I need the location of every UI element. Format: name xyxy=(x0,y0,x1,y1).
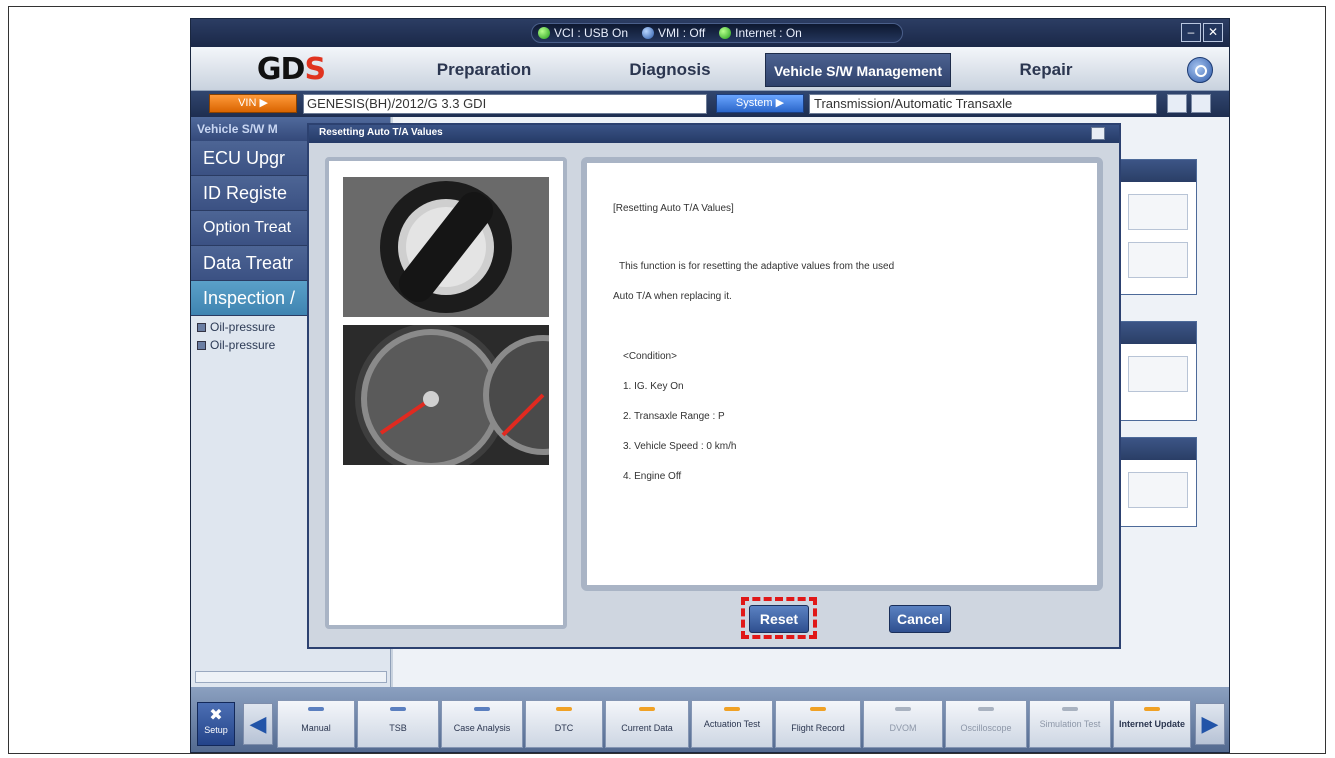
toolbar-label: Flight Record xyxy=(791,723,845,733)
sidebar-scrollbar[interactable] xyxy=(195,671,387,683)
condition-item: 4. Engine Off xyxy=(623,471,682,482)
chevron-right-icon: ▶ xyxy=(1201,711,1219,736)
toolbar-actuation-test[interactable]: Actuation Test xyxy=(691,700,773,748)
toolbar-label: DTC xyxy=(554,723,574,733)
dialog-title: Resetting Auto T/A Values xyxy=(319,127,443,138)
internet-status-text: Internet : On xyxy=(735,26,802,40)
vin-button[interactable]: VIN ▶ xyxy=(209,94,297,113)
toolbar-dtc[interactable]: DTC xyxy=(525,700,603,748)
vci-status-icon xyxy=(538,27,550,39)
menu-diagnosis[interactable]: Diagnosis xyxy=(577,53,763,87)
logo-text: GD xyxy=(256,51,306,87)
condition-item: 3. Vehicle Speed : 0 km/h xyxy=(623,441,737,452)
toolbar-simulation-test[interactable]: Simulation Test xyxy=(1029,700,1111,748)
toolbar-case-analysis[interactable]: Case Analysis xyxy=(441,700,523,748)
description-heading: [Resetting Auto T/A Values] xyxy=(613,203,734,214)
menu-preparation[interactable]: Preparation xyxy=(391,53,577,87)
document-icon xyxy=(197,322,206,332)
vci-status-text: VCI : USB On xyxy=(554,26,629,40)
chevron-left-icon: ◀ xyxy=(249,711,267,736)
sidebar-subitem-label: Oil-pressure xyxy=(210,320,276,334)
menu-repair[interactable]: Repair xyxy=(953,53,1139,87)
dialog-close-icon[interactable] xyxy=(1091,127,1105,140)
right-panel xyxy=(1119,437,1197,527)
ignition-key-image xyxy=(343,177,549,317)
toolbar-current-data[interactable]: Current Data xyxy=(605,700,689,748)
gds-window: VCI : USB On VMI : Off Internet : On – ✕… xyxy=(190,18,1230,753)
print-icon[interactable] xyxy=(1191,94,1211,113)
toolbar-label: Current Data xyxy=(621,723,673,733)
toolbar-label: Internet Update xyxy=(1118,719,1185,729)
toolbar-oscilloscope[interactable]: Oscilloscope xyxy=(945,700,1027,748)
search-icon[interactable] xyxy=(1187,57,1213,83)
vehicle-bar: VIN ▶ GENESIS(BH)/2012/G 3.3 GDI System … xyxy=(191,91,1229,117)
document-icon xyxy=(197,340,206,350)
gauge-cluster-image xyxy=(343,325,549,465)
condition-item: 2. Transaxle Range : P xyxy=(623,411,725,422)
dialog-title-bar: Resetting Auto T/A Values xyxy=(309,125,1119,143)
vmi-status-icon xyxy=(642,27,655,39)
condition-item: 1. IG. Key On xyxy=(623,381,684,392)
description-line: Auto T/A when replacing it. xyxy=(613,291,732,302)
setup-label: Setup xyxy=(204,725,228,735)
main-menu: GD S Preparation Diagnosis Vehicle S/W Ma… xyxy=(191,47,1229,91)
toolbar-label: Simulation Test xyxy=(1039,719,1101,729)
reset-dialog: Resetting Auto T/A Values [Resetting Aut… xyxy=(307,123,1121,649)
wrench-icon: ✖ xyxy=(209,707,223,724)
right-panel xyxy=(1119,159,1197,295)
close-button[interactable]: ✕ xyxy=(1203,23,1223,42)
toolbar-label: Case Analysis xyxy=(453,723,511,733)
right-panel xyxy=(1119,321,1197,421)
toolbar-dvom[interactable]: DVOM xyxy=(863,700,943,748)
system-button[interactable]: System ▶ xyxy=(716,94,804,113)
scroll-right-button[interactable]: ▶ xyxy=(1195,703,1225,745)
connection-status: VCI : USB On VMI : Off Internet : On xyxy=(531,23,903,43)
gds-logo: GD S xyxy=(191,47,391,91)
vmi-status-text: VMI : Off xyxy=(658,26,706,40)
toolbar-internet-update[interactable]: Internet Update xyxy=(1113,700,1191,748)
toolbar-label: DVOM xyxy=(889,723,917,733)
vci-status: VCI : USB On xyxy=(538,26,628,40)
description-panel: [Resetting Auto T/A Values] This functio… xyxy=(581,157,1103,591)
cancel-button[interactable]: Cancel xyxy=(889,605,951,633)
image-panel xyxy=(325,157,567,629)
menu-vehicle-sw-management[interactable]: Vehicle S/W Management xyxy=(765,53,951,87)
bottom-toolbar: ✖ Setup ◀ Manual TSB Case Analysis DTC C… xyxy=(191,687,1229,752)
info-icon[interactable] xyxy=(1167,94,1187,113)
setup-button[interactable]: ✖ Setup xyxy=(197,702,235,746)
vmi-status: VMI : Off xyxy=(642,26,705,40)
internet-status-icon xyxy=(719,27,732,39)
system-field[interactable]: Transmission/Automatic Transaxle xyxy=(809,94,1157,114)
scroll-left-button[interactable]: ◀ xyxy=(243,703,273,745)
status-bar: VCI : USB On VMI : Off Internet : On – ✕ xyxy=(191,19,1229,47)
logo-accent: S xyxy=(304,51,326,87)
internet-status: Internet : On xyxy=(719,26,802,40)
toolbar-label: Oscilloscope xyxy=(960,723,1012,733)
toolbar-tsb[interactable]: TSB xyxy=(357,700,439,748)
toolbar-label: Actuation Test xyxy=(703,719,761,729)
toolbar-label: TSB xyxy=(389,723,407,733)
minimize-button[interactable]: – xyxy=(1181,23,1201,42)
toolbar-label: Manual xyxy=(301,723,331,733)
sidebar-subitem-label: Oil-pressure xyxy=(210,338,276,352)
condition-heading: <Condition> xyxy=(623,351,677,362)
vehicle-field[interactable]: GENESIS(BH)/2012/G 3.3 GDI xyxy=(303,94,707,114)
toolbar-flight-record[interactable]: Flight Record xyxy=(775,700,861,748)
toolbar-manual[interactable]: Manual xyxy=(277,700,355,748)
description-line: This function is for resetting the adapt… xyxy=(619,261,895,272)
reset-button[interactable]: Reset xyxy=(749,605,809,633)
